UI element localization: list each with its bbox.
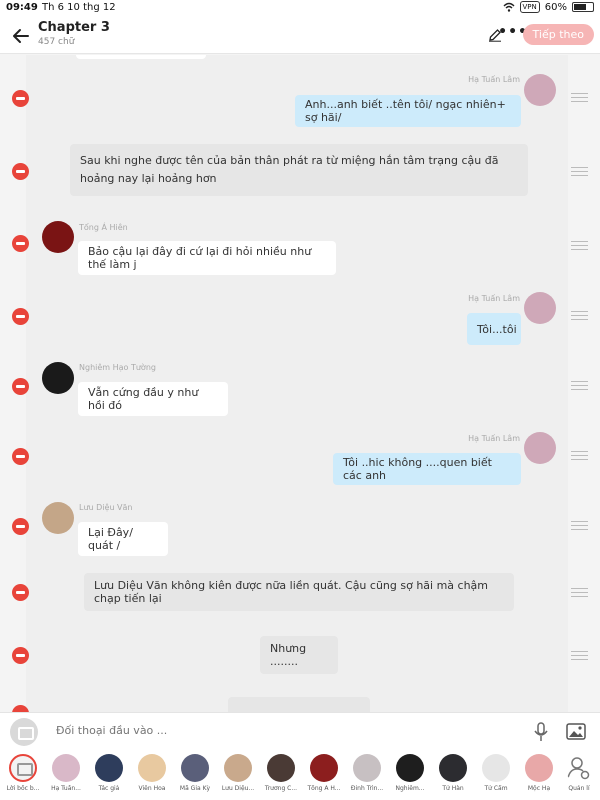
narration-bubble[interactable]: Lưu Diệu Văn không kiên được nữa liền qu… [84, 573, 514, 611]
speaker-name: Tống Á Hiên [79, 223, 128, 232]
minus-circle-icon[interactable] [12, 647, 29, 664]
narration-bubble-partial[interactable] [228, 697, 370, 712]
vpn-badge: VPN [519, 1, 540, 13]
avatar-nghiem-hao-tuong [42, 362, 74, 394]
minus-circle-icon[interactable] [12, 584, 29, 601]
speaker-name: Lưu Diệu Văn [79, 503, 133, 512]
chat-area[interactable]: Hạ Tuấn Lâm Anh...anh biết ..tên tôi/ ng… [0, 55, 600, 712]
minus-circle-icon[interactable] [12, 448, 29, 465]
status-time: 09:49 [6, 2, 38, 13]
manage-characters-button[interactable]: Quản lí [558, 754, 600, 792]
narration-bubble[interactable]: Nhưng ........ [260, 636, 338, 674]
avatar [525, 754, 553, 782]
character-luu-dieu-van[interactable]: Lưu Diệu... [217, 754, 259, 792]
word-count: 457 chữ [38, 37, 75, 47]
character-dinh-trinh[interactable]: Đinh Trìn... [346, 754, 388, 792]
status-bar: 09:49 Th 6 10 thg 12 VPN 60% [0, 0, 600, 16]
speaker-name: Hạ Tuấn Lâm [468, 434, 520, 443]
avatar [439, 754, 467, 782]
battery-percent: 60% [544, 1, 567, 13]
narration-icon [9, 754, 37, 782]
page-title: Chapter 3 [38, 20, 110, 35]
avatar-ha-tuan-lam [524, 432, 556, 464]
drag-handle-icon[interactable] [571, 521, 588, 530]
message-bubble-right[interactable]: Tôi...tôi [467, 313, 521, 345]
drag-handle-icon[interactable] [571, 588, 588, 597]
drag-handle-icon[interactable] [571, 451, 588, 460]
battery-icon [572, 2, 594, 12]
character-vien-hoa[interactable]: Viên Hoa [131, 754, 173, 792]
dialogue-input[interactable] [56, 724, 496, 737]
avatar [95, 754, 123, 782]
next-button[interactable]: Tiếp theo [522, 24, 594, 45]
avatar [310, 754, 338, 782]
person-gear-icon [565, 754, 593, 782]
character-truong-c[interactable]: Trương C... [260, 754, 302, 792]
avatar [181, 754, 209, 782]
character-bar: Lời bốc b... Hạ Tuấn... Tác giả Viên Hoa… [0, 750, 600, 800]
avatar-tong-a-hien [42, 221, 74, 253]
avatar [267, 754, 295, 782]
previous-message-stub [76, 55, 206, 59]
character-ma-gia-ky[interactable]: Mã Gia Kỳ [174, 754, 216, 792]
avatar-ha-tuan-lam [524, 292, 556, 324]
message-input-bar [0, 712, 600, 750]
minus-circle-icon[interactable] [12, 308, 29, 325]
message-bubble-left[interactable]: Lại Đây/ quát / [78, 522, 168, 556]
avatar [482, 754, 510, 782]
microphone-icon[interactable] [532, 722, 550, 742]
character-tu-cam[interactable]: Tử Cẩm [475, 754, 517, 792]
image-icon[interactable] [566, 723, 586, 740]
character-tong-a-hien[interactable]: Tống Á H... [303, 754, 345, 792]
character-author[interactable]: Tác giả [88, 754, 130, 792]
avatar-ha-tuan-lam [524, 74, 556, 106]
avatar [224, 754, 252, 782]
avatar [52, 754, 80, 782]
avatar [353, 754, 381, 782]
speaker-name: Hạ Tuấn Lâm [468, 75, 520, 84]
character-narration[interactable]: Lời bốc b... [2, 754, 44, 792]
speaker-name: Nghiêm Hạo Tường [79, 363, 156, 372]
status-date: Th 6 10 thg 12 [42, 2, 116, 13]
minus-circle-icon[interactable] [12, 235, 29, 252]
character-ha-tuan-lam[interactable]: Hạ Tuấn... [45, 754, 87, 792]
character-moc-ha[interactable]: Mộc Hạ [518, 754, 560, 792]
message-bubble-left[interactable]: Bảo cậu lại đây đi cứ lại đi hỏi nhiều n… [78, 241, 336, 275]
message-bubble-right[interactable]: Tôi ..hic không ....quen biết các anh [333, 453, 521, 485]
status-indicators: VPN 60% [503, 1, 594, 13]
drag-handle-icon[interactable] [571, 311, 588, 320]
minus-circle-icon[interactable] [12, 518, 29, 535]
narration-toggle-button[interactable] [10, 718, 38, 746]
speaker-name: Hạ Tuấn Lâm [468, 294, 520, 303]
drag-handle-icon[interactable] [571, 93, 588, 102]
avatar [396, 754, 424, 782]
arrow-left-icon[interactable] [10, 25, 32, 47]
drag-handle-icon[interactable] [571, 241, 588, 250]
drag-handle-icon[interactable] [571, 381, 588, 390]
character-nghiem[interactable]: Nghiêm... [389, 754, 431, 792]
chapter-header: Chapter 3 457 chữ ••• Tiếp theo [0, 16, 600, 54]
minus-circle-icon[interactable] [12, 378, 29, 395]
drag-handle-icon[interactable] [571, 167, 588, 176]
minus-circle-icon[interactable] [12, 90, 29, 107]
message-bubble-left[interactable]: Vẫn cứng đầu y như hồi đó [78, 382, 228, 416]
avatar [138, 754, 166, 782]
avatar-luu-dieu-van [42, 502, 74, 534]
message-bubble-right[interactable]: Anh...anh biết ..tên tôi/ ngạc nhiên+ sợ… [295, 95, 521, 127]
wifi-icon [503, 2, 515, 12]
character-tu-han[interactable]: Tử Hàn [432, 754, 474, 792]
narration-bubble[interactable]: Sau khi nghe được tên của bản thân phát … [70, 144, 528, 196]
drag-handle-icon[interactable] [571, 651, 588, 660]
minus-circle-icon[interactable] [12, 163, 29, 180]
